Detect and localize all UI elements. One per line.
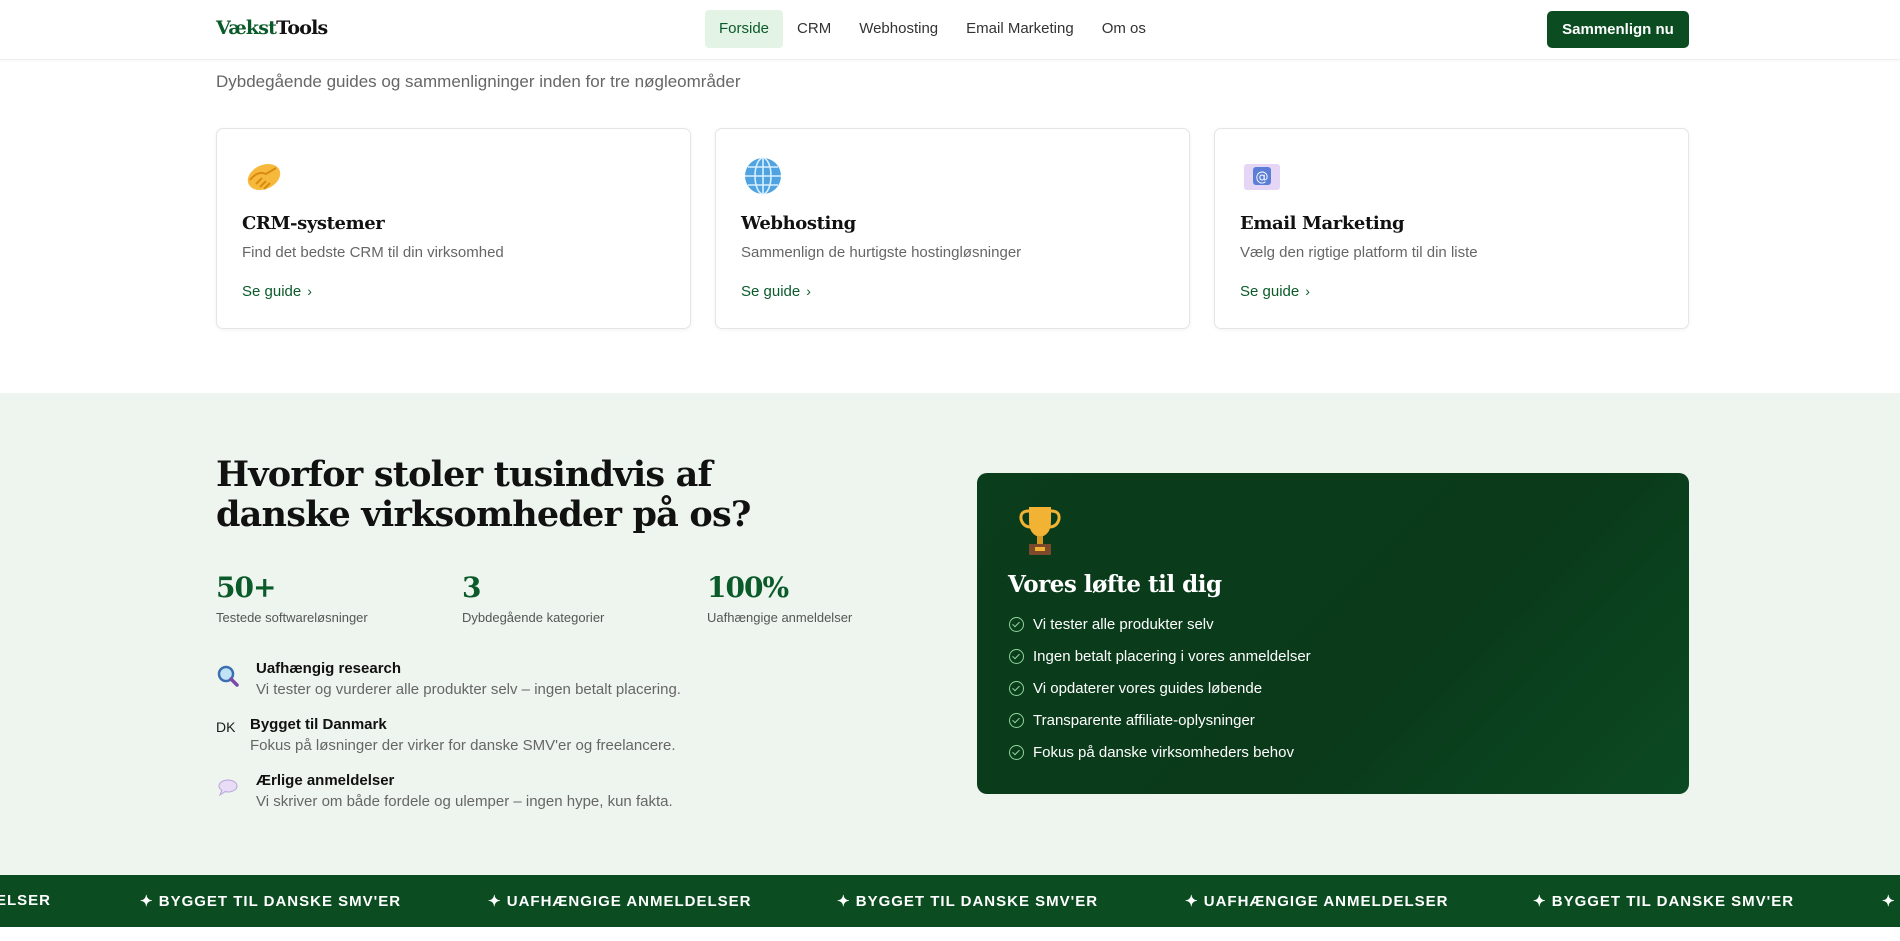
chevron-right-icon: › [1305, 283, 1310, 299]
ticker-item: ✦ UAFHÆNGIGE ANMELDELSER [1185, 893, 1449, 910]
feature-description: Vi skriver om både fordele og ulemper – … [256, 793, 673, 810]
check-circle-icon [1009, 745, 1024, 760]
promise-heading: Vores løfte til dig [1008, 571, 1222, 598]
promise-item-text: Ingen betalt placering i vores anmeldels… [1033, 648, 1311, 665]
email-icon: @ [1242, 156, 1282, 196]
promise-item-text: Fokus på danske virksomheders behov [1033, 744, 1294, 761]
globe-icon [743, 156, 783, 196]
promise-item-text: Vi tester alle produkter selv [1033, 616, 1214, 633]
nav-item-om-os[interactable]: Om os [1088, 10, 1160, 48]
check-circle-icon [1009, 681, 1024, 696]
stat-value: 3 [462, 571, 482, 604]
denmark-flag-icon: DK [216, 719, 236, 735]
card-title: CRM-systemer [242, 213, 385, 234]
see-guide-link[interactable]: Se guide › [741, 283, 811, 300]
feature-title: Uafhængig research [256, 660, 402, 677]
stat-label: Uafhængige anmeldelser [707, 610, 853, 625]
card-title: Email Marketing [1240, 213, 1405, 234]
nav-item-webhosting[interactable]: Webhosting [845, 10, 952, 48]
promise-item: Vi tester alle produkter selv [1009, 616, 1214, 633]
nav-item-forside[interactable]: Forside [705, 10, 784, 48]
ticker-item: ✦ [1882, 893, 1896, 910]
section-subtitle: Dybdegående guides og sammenligninger in… [216, 72, 741, 91]
compare-now-button[interactable]: Sammenlign nu [1547, 11, 1689, 48]
stat-value: 50+ [216, 571, 276, 604]
see-guide-label: Se guide [1240, 283, 1300, 300]
promise-item: Fokus på danske virksomheders behov [1009, 744, 1294, 761]
speech-bubble-icon [216, 776, 242, 802]
trophy-icon [1017, 503, 1063, 557]
promise-item: Transparente affiliate-oplysninger [1009, 712, 1255, 729]
nav-item-email-marketing[interactable]: Email Marketing [952, 10, 1088, 48]
check-circle-icon [1009, 649, 1024, 664]
logo-part-2: Tools [276, 17, 328, 39]
ticker-item: ✦ BYGGET TIL DANSKE SMV'ER [1533, 893, 1795, 910]
stat-label: Testede softwareløsninger [216, 610, 368, 625]
card-crm[interactable]: CRM-systemer Find det bedste CRM til din… [216, 128, 691, 329]
check-circle-icon [1009, 713, 1024, 728]
svg-text:@: @ [1256, 170, 1269, 185]
ticker-item: ✦ BYGGET TIL DANSKE SMV'ER [140, 893, 402, 910]
handshake-icon [244, 156, 284, 196]
promise-box: Vores løfte til dig Vi tester alle produ… [977, 473, 1689, 794]
logo-part-1: Vækst [216, 17, 277, 39]
chevron-right-icon: › [806, 283, 811, 299]
ticker-item: ✦ UAFHÆNGIGE ANMELDELSER [488, 893, 752, 910]
ticker-item: ✦ BYGGET TIL DANSKE SMV'ER [837, 893, 1099, 910]
feature-description: Vi tester og vurderer alle produkter sel… [256, 681, 681, 698]
feature-title: Bygget til Danmark [250, 716, 387, 733]
card-webhosting[interactable]: Webhosting Sammenlign de hurtigste hosti… [715, 128, 1190, 329]
card-email-marketing[interactable]: @ Email Marketing Vælg den rigtige platf… [1214, 128, 1689, 329]
promise-item: Vi opdaterer vores guides løbende [1009, 680, 1262, 697]
promise-item: Ingen betalt placering i vores anmeldels… [1009, 648, 1311, 665]
marquee-ticker: ELSER ✦ BYGGET TIL DANSKE SMV'ER ✦ UAFHÆ… [0, 875, 1900, 927]
chevron-right-icon: › [307, 283, 312, 299]
see-guide-link[interactable]: Se guide › [1240, 283, 1310, 300]
check-circle-icon [1009, 617, 1024, 632]
feature-description: Fokus på løsninger der virker for danske… [250, 737, 676, 754]
stat-value: 100% [707, 571, 789, 604]
see-guide-link[interactable]: Se guide › [242, 283, 312, 300]
trust-heading: Hvorfor stoler tusindvis af danske virks… [216, 454, 751, 535]
logo[interactable]: VækstTools [216, 17, 328, 39]
trust-section: Hvorfor stoler tusindvis af danske virks… [0, 393, 1900, 875]
nav-item-crm[interactable]: CRM [783, 10, 845, 48]
card-title: Webhosting [741, 213, 856, 234]
promise-item-text: Vi opdaterer vores guides løbende [1033, 680, 1263, 697]
promise-item-text: Transparente affiliate-oplysninger [1033, 712, 1255, 729]
ticker-item: ELSER [0, 892, 52, 909]
card-description: Find det bedste CRM til din virksomhed [242, 244, 504, 261]
feature-title: Ærlige anmeldelser [256, 772, 395, 789]
stat-label: Dybdegående kategorier [462, 610, 605, 625]
see-guide-label: Se guide [741, 283, 801, 300]
magnifier-icon [216, 664, 242, 690]
card-description: Sammenlign de hurtigste hostingløsninger [741, 244, 1022, 261]
site-header: VækstTools Forside CRM Webhosting Email … [0, 0, 1900, 60]
see-guide-label: Se guide [242, 283, 302, 300]
main-nav: Forside CRM Webhosting Email Marketing O… [705, 10, 1160, 48]
card-description: Vælg den rigtige platform til din liste [1240, 244, 1478, 261]
